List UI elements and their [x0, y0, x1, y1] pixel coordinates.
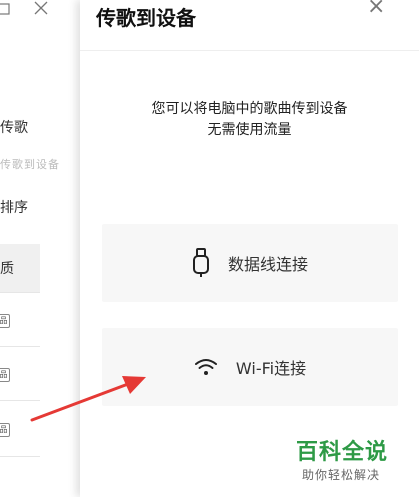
wifi-connect-button[interactable]: Wi-Fi连接: [102, 328, 398, 406]
close-icon[interactable]: ×: [367, 0, 385, 19]
sidebar-item-quality[interactable]: 质: [0, 258, 14, 278]
cable-connect-button[interactable]: 数据线连接: [102, 224, 398, 302]
divider: [0, 456, 40, 457]
panel-title: 传歌到设备: [96, 6, 196, 30]
sidebar-item-transfer[interactable]: 传歌: [0, 117, 28, 137]
watermark-subtitle: 助你轻松解决: [302, 468, 381, 482]
description-line-2: 无需使用流量: [207, 122, 292, 138]
sidebar-item-sort[interactable]: 排序: [0, 197, 28, 217]
divider: [0, 292, 40, 293]
wifi-icon: [194, 358, 218, 376]
quality-badge-icon: 品: [0, 423, 10, 437]
close-window-icon[interactable]: [33, 0, 49, 24]
wifi-connect-label: Wi-Fi连接: [235, 359, 307, 378]
divider: [0, 346, 40, 347]
cable-connect-label: 数据线连接: [227, 255, 308, 274]
send-to-device-panel: 传歌到设备 × 您可以将电脑中的歌曲传到设备 无需使用流量 数据线连接 Wi-F…: [80, 0, 419, 497]
faded-tooltip-text: 传歌到设备: [0, 158, 60, 171]
quality-badge-icon: 品: [0, 368, 10, 382]
watermark-logo-text: 百科全说: [296, 440, 389, 465]
background-window: 传歌 传歌到设备 排序 质 品 品 品: [0, 0, 90, 497]
description-line-1: 您可以将电脑中的歌曲传到设备: [151, 101, 348, 117]
usb-cable-icon: [192, 248, 210, 278]
maximize-icon[interactable]: [0, 0, 12, 24]
divider: [0, 400, 40, 401]
quality-badge-icon: 品: [0, 314, 10, 328]
header-divider: [80, 50, 419, 51]
